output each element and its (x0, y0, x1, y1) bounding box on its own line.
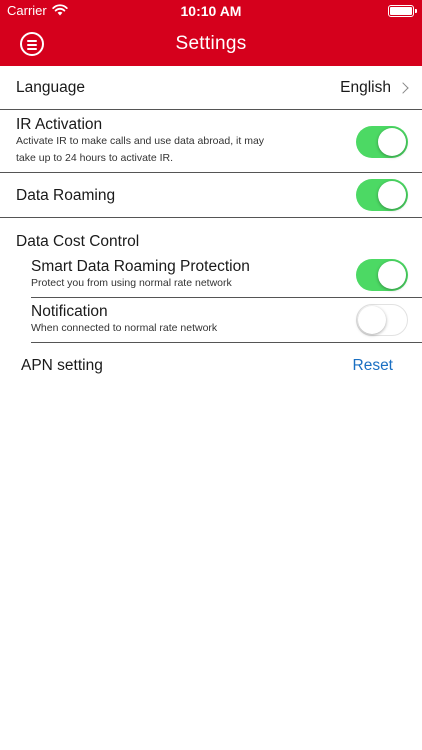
status-time: 10:10 AM (180, 3, 242, 19)
notification-description: When connected to normal rate network (31, 322, 218, 334)
smart-protection-label: Smart Data Roaming Protection (31, 258, 250, 275)
language-value: English (340, 79, 391, 96)
smart-protection-description: Protect you from using normal rate netwo… (31, 277, 232, 289)
chevron-right-icon (397, 82, 409, 94)
notification-row: Notification When connected to normal ra… (0, 298, 422, 342)
battery-icon (388, 5, 417, 17)
ir-activation-label: IR Activation (16, 116, 103, 133)
divider (0, 217, 422, 218)
data-cost-control-heading: Data Cost Control (16, 233, 140, 250)
ir-activation-description-line2: take up to 24 hours to activate IR. (16, 152, 174, 164)
ir-activation-toggle[interactable] (356, 126, 408, 158)
ir-activation-description-line1: Activate IR to make calls and use data a… (16, 135, 265, 147)
notification-toggle[interactable] (356, 304, 408, 336)
language-row[interactable]: Language English (0, 66, 422, 110)
reset-button[interactable]: Reset (353, 357, 394, 375)
app-header: Carrier 10:10 AM Settings (0, 0, 422, 66)
ir-activation-row: IR Activation Activate IR to make calls … (0, 110, 422, 172)
data-roaming-row: Data Roaming (0, 173, 422, 217)
language-label: Language (16, 79, 85, 96)
smart-protection-toggle[interactable] (356, 259, 408, 291)
page-title: Settings (175, 33, 247, 54)
apn-setting-label: APN setting (21, 357, 103, 374)
notification-label: Notification (31, 303, 108, 320)
apn-row: APN setting Reset (0, 343, 422, 387)
data-roaming-toggle[interactable] (356, 179, 408, 211)
smart-protection-row: Smart Data Roaming Protection Protect yo… (0, 254, 422, 298)
data-roaming-label: Data Roaming (16, 187, 116, 204)
status-bar: Carrier 10:10 AM (0, 0, 422, 22)
